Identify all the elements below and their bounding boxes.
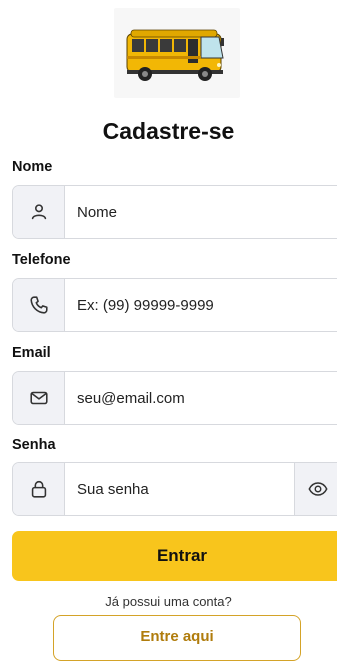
phone-field	[12, 278, 337, 332]
phone-input[interactable]	[77, 279, 301, 331]
submit-button[interactable]: Entrar	[12, 531, 337, 581]
app-logo	[114, 8, 240, 98]
mail-icon	[13, 372, 65, 424]
name-label: Nome	[12, 159, 53, 175]
login-button[interactable]: Entre aqui	[53, 615, 301, 661]
password-label: Senha	[12, 437, 56, 453]
login-prompt: Já possui uma conta?	[105, 594, 232, 609]
page-title: Cadastre-se	[102, 118, 235, 144]
email-input[interactable]	[77, 372, 301, 424]
eye-icon[interactable]	[294, 463, 337, 515]
phone-label: Telefone	[12, 252, 71, 268]
phone-icon	[13, 279, 65, 331]
lock-icon	[13, 463, 65, 515]
email-label: Email	[12, 345, 51, 361]
email-field	[12, 371, 337, 425]
user-icon	[13, 186, 65, 238]
bus-icon	[126, 29, 224, 81]
password-field	[12, 462, 337, 516]
name-field	[12, 185, 337, 239]
name-input[interactable]	[77, 186, 301, 238]
password-input[interactable]	[77, 463, 301, 515]
